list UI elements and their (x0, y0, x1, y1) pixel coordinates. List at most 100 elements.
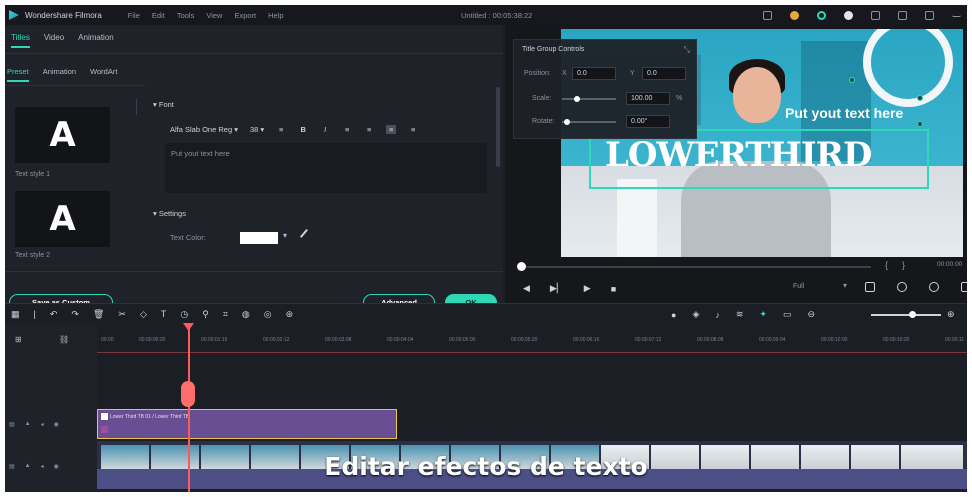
add-track-icon[interactable]: ⊞ (15, 335, 22, 344)
menu-edit[interactable]: Edit (152, 11, 165, 20)
timer-icon[interactable]: ◷ (180, 309, 188, 320)
menu-help[interactable]: Help (268, 11, 283, 20)
playhead-marker[interactable] (181, 381, 195, 407)
editor-scrollbar[interactable] (496, 87, 500, 167)
zoom-in-icon[interactable]: ⊕ (947, 309, 955, 320)
line-spacing-icon[interactable]: ≡ (276, 125, 286, 134)
stabilize-icon[interactable]: ⊛ (286, 309, 294, 320)
layout-icon[interactable]: ▦ (11, 309, 20, 320)
text-style-2-card[interactable]: A (15, 191, 110, 247)
transform-handle[interactable] (849, 77, 855, 83)
snap-icon[interactable]: ✦ (759, 309, 767, 320)
position-y-input[interactable]: 0.0 (642, 67, 686, 80)
collapse-icon[interactable]: ⤡ (684, 45, 690, 55)
audio-icon[interactable]: ◎ (264, 309, 272, 320)
title-clip[interactable]: Lower Third TB 01 / Lower Third TB (97, 409, 397, 439)
step-play-icon[interactable]: ▶▏ (550, 283, 564, 294)
save-icon[interactable] (871, 10, 880, 20)
text-color-swatch[interactable] (240, 232, 278, 244)
scale-slider-knob[interactable] (574, 96, 580, 102)
panel-divider[interactable] (136, 99, 137, 115)
cut-icon[interactable]: ✂ (118, 309, 126, 320)
rotate-slider[interactable] (562, 121, 616, 123)
italic-button[interactable]: I (320, 125, 330, 134)
rotate-input[interactable]: 0.00° (626, 115, 670, 128)
subtab-animation[interactable]: Animation (43, 67, 76, 82)
tab-video[interactable]: Video (44, 33, 64, 48)
scrubber-knob[interactable] (517, 262, 526, 271)
rotate-slider-knob[interactable] (564, 119, 570, 125)
color-icon[interactable]: ◍ (242, 309, 250, 320)
ruler-tick: 00:00:00:20 (139, 337, 166, 343)
speed-icon[interactable]: ⚲ (202, 309, 209, 320)
align-left-icon[interactable]: ≡ (342, 125, 352, 134)
lower-third-title[interactable]: LOWERTHIRD (605, 135, 872, 175)
lower-third-subtitle[interactable]: Put yout text here (785, 105, 903, 121)
menu-tools[interactable]: Tools (177, 11, 195, 20)
align-right-icon[interactable]: ≡ (386, 125, 397, 134)
mixer-icon[interactable]: ≋ (736, 309, 744, 320)
color-dropdown-icon[interactable]: ▾ (283, 231, 287, 240)
menu-export[interactable]: Export (234, 11, 256, 20)
redo-icon[interactable]: ↷ (71, 309, 79, 320)
controls-title: Title Group Controls (522, 46, 585, 53)
stop-icon[interactable]: ■ (611, 284, 616, 294)
account-icon[interactable] (844, 10, 853, 20)
transform-handle[interactable] (917, 95, 923, 101)
mute-icon[interactable]: ◂ (41, 421, 44, 428)
undo-icon[interactable]: ↶ (50, 309, 58, 320)
text-style-1-card[interactable]: A (15, 107, 110, 163)
tab-titles[interactable]: Titles (11, 33, 30, 48)
zoom-slider-knob[interactable] (909, 311, 916, 318)
title-text-input[interactable]: Put yout text here (165, 143, 487, 193)
mark-in-out-icons[interactable]: {} (885, 260, 919, 270)
minimize-icon[interactable] (952, 13, 961, 17)
bulb-icon[interactable] (790, 10, 799, 20)
quality-dropdown-icon[interactable]: ▾ (843, 281, 847, 290)
sync-icon[interactable] (817, 10, 826, 20)
bold-button[interactable]: B (298, 125, 308, 134)
time-ruler[interactable]: 00:00 00:00:00:20 00:00:01:16 00:00:02:1… (97, 329, 967, 351)
font-family-select[interactable]: Alfa Slab One Reg ▾ (170, 125, 238, 134)
lock-icon[interactable]: ▲ (25, 421, 31, 428)
align-center-icon[interactable]: ≡ (364, 125, 374, 134)
subtab-preset[interactable]: Preset (7, 67, 29, 82)
delete-icon[interactable]: 🗑 (93, 309, 104, 320)
preview-scrubber[interactable] (521, 266, 871, 268)
volume-icon[interactable] (929, 282, 939, 292)
play-icon[interactable]: ▶ (584, 283, 591, 294)
snapshot-icon[interactable] (897, 282, 907, 292)
menu-view[interactable]: View (206, 11, 222, 20)
eyedropper-icon[interactable] (299, 228, 315, 244)
zoom-slider[interactable] (871, 314, 941, 316)
monitor-icon[interactable] (865, 282, 875, 292)
mail-icon[interactable] (898, 10, 907, 20)
home-icon[interactable] (763, 10, 772, 20)
scale-slider[interactable] (562, 98, 616, 100)
tab-animation[interactable]: Animation (78, 33, 114, 48)
text-tool-icon[interactable]: T (161, 309, 167, 320)
menu-file[interactable]: File (128, 11, 140, 20)
quality-select[interactable]: Full (793, 283, 804, 290)
subtab-wordart[interactable]: WordArt (90, 67, 117, 82)
font-size-select[interactable]: 38 ▾ (250, 125, 264, 134)
previous-frame-icon[interactable]: ◀ (523, 283, 530, 294)
visibility-icon[interactable]: ◉ (54, 421, 59, 428)
download-icon[interactable] (925, 10, 934, 20)
mic-icon[interactable]: ♪ (715, 310, 720, 320)
fullscreen-icon[interactable] (961, 282, 967, 292)
subtitle-icon[interactable]: ▭ (783, 309, 792, 320)
link-icon[interactable]: ⛓ (59, 335, 69, 344)
scale-input[interactable]: 100.00 (626, 92, 670, 105)
crop-icon[interactable]: ⌗ (223, 309, 228, 320)
align-justify-icon[interactable]: ≡ (408, 125, 418, 134)
font-section-header[interactable]: ▾ Font (153, 100, 174, 109)
zoom-out-icon[interactable]: ⊖ (807, 309, 815, 320)
tag-icon[interactable]: ◇ (140, 309, 147, 320)
transform-handle[interactable] (917, 121, 923, 127)
position-x-input[interactable]: 0.0 (572, 67, 616, 80)
marker-icon[interactable]: ◈ (692, 309, 699, 320)
settings-section-header[interactable]: ▾ Settings (153, 209, 186, 218)
render-icon[interactable]: ● (671, 310, 676, 320)
menu-bar: File Edit Tools View Export Help (128, 11, 284, 20)
